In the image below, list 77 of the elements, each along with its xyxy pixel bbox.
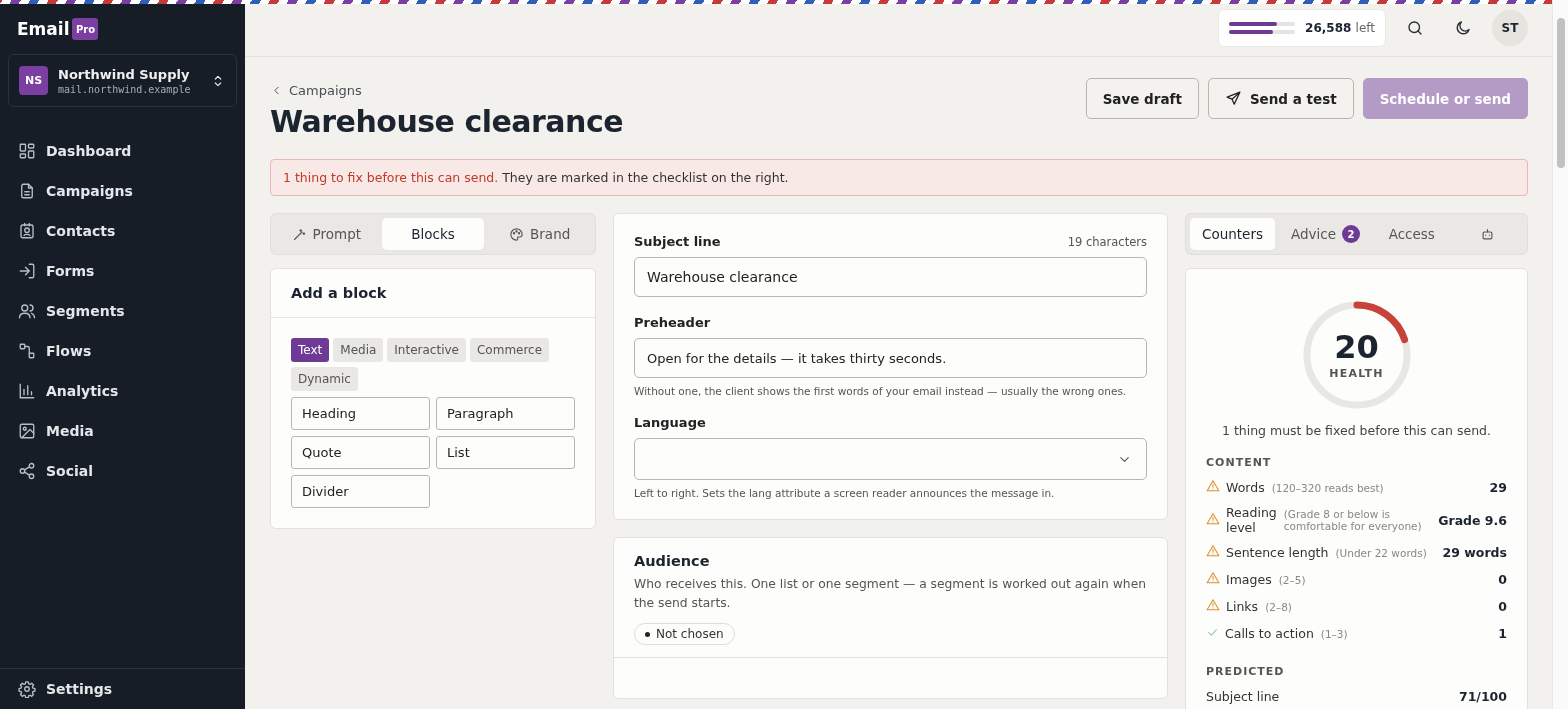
user-avatar[interactable]: ST [1492, 10, 1528, 46]
action-button[interactable]: Save draft [1085, 78, 1199, 119]
metric-hint: (2–5) [1278, 573, 1306, 586]
block-option[interactable]: Divider [291, 475, 430, 508]
tab[interactable]: Access [1376, 218, 1448, 250]
metric-hint: (Under 22 words) [1335, 546, 1427, 559]
metric-hint: (1–3) [1320, 627, 1348, 640]
metric-hint: (Grade 8 or below is comfortable for everyone) [1283, 508, 1423, 532]
status-chip: Not chosen [634, 623, 735, 645]
nav-item[interactable]: Dashboard [8, 131, 237, 171]
block-option[interactable]: List [436, 436, 575, 469]
count-badge: 2 [1342, 225, 1361, 243]
workspace-switcher[interactable]: NS Northwind Supply mail.northwind.example [8, 54, 237, 107]
workspace-name: Northwind Supply [58, 66, 191, 82]
credits-left: 26,588 left [1305, 21, 1375, 35]
metric-label: Calls to action [1225, 626, 1314, 641]
page-title: Warehouse clearance [270, 104, 624, 139]
brand-name: Email [17, 19, 70, 39]
section-title: Audience [634, 553, 711, 569]
tab[interactable]: Counters [1190, 218, 1275, 250]
block-option[interactable]: Quote [291, 436, 430, 469]
metric-value: Grade 9.6 [1438, 512, 1507, 528]
back-link[interactable]: Campaigns [270, 83, 624, 98]
category-chip[interactable]: Media [333, 338, 384, 362]
nav-item[interactable]: Media [8, 411, 237, 451]
metric-value: 29 [1489, 480, 1507, 495]
health-score: 20 [1334, 330, 1379, 363]
category-chip[interactable]: Dynamic [291, 367, 358, 391]
tab[interactable]: Blocks [381, 218, 485, 250]
tab[interactable]: Prompt [275, 218, 378, 250]
nav-item[interactable]: Flows [8, 331, 237, 371]
category-chip[interactable]: Commerce [469, 338, 550, 362]
workspace-avatar: NS [19, 66, 48, 95]
tab[interactable]: Advice 2 [1279, 218, 1373, 250]
action-button[interactable]: Send a test [1207, 78, 1354, 119]
nav-item[interactable]: Analytics [8, 371, 237, 411]
metric-value: 71/100 [1458, 689, 1507, 704]
field-label: Language [634, 415, 707, 430]
nav-item[interactable]: Campaigns [8, 171, 237, 211]
field-hint: Left to right. Sets the lang attribute a screen reader announces the message in. [634, 487, 1056, 499]
metric-value: 1 [1498, 626, 1507, 641]
metric-label: Links [1226, 599, 1259, 614]
nav-item[interactable]: Segments [8, 291, 237, 331]
nav-item[interactable]: Contacts [8, 211, 237, 251]
metric-value: 29 words [1442, 545, 1507, 560]
health-summary: 1 thing must be fixed before this can send. [1220, 423, 1493, 438]
metric-label: Sentence length [1226, 545, 1329, 560]
tab[interactable]: Brand [488, 218, 591, 250]
category-chip[interactable]: Interactive [387, 338, 466, 362]
alert-message: 1 thing to fix before this can send. They are marked in the checklist on the right. [270, 159, 1528, 196]
preheader-field[interactable]: Open for the details — it takes thirty seconds. [634, 338, 1147, 378]
nav-item[interactable]: Social [8, 451, 237, 491]
metric-value: 0 [1498, 599, 1507, 614]
metric-hint: (2–8) [1265, 600, 1292, 613]
field-hint: Without one, the client shows the first words of your email instead — usually the wrong ones. [634, 385, 1128, 397]
category-chip[interactable]: Text [291, 338, 330, 362]
metric-label: Subject line [1206, 689, 1280, 704]
block-option[interactable]: Paragraph [436, 397, 575, 430]
subject-field[interactable]: Warehouse clearance [634, 257, 1147, 297]
metric-label: Images [1226, 572, 1272, 587]
nav-item[interactable]: Forms [8, 251, 237, 291]
health-label: HEALTH [1329, 366, 1384, 380]
metric-label: Reading level [1226, 505, 1277, 535]
section-heading: CONTENT [1206, 456, 1273, 469]
field-label: Subject line [634, 234, 721, 249]
character-count: 19 characters [1067, 235, 1147, 249]
block-option[interactable]: Heading [291, 397, 430, 430]
metric-hint: (120–320 reads best) [1271, 481, 1384, 494]
brand-badge: Pro [72, 18, 99, 40]
settings-link[interactable]: Settings [8, 669, 237, 709]
metric-value: 0 [1498, 572, 1507, 587]
section-description: Who receives this. One list or one segment — a segment is worked out again when the send starts. [634, 576, 1147, 612]
section-heading: PREDICTED [1206, 665, 1286, 678]
panel-title: Add a block [271, 269, 595, 318]
metric-label: Words [1226, 480, 1265, 495]
workspace-domain: mail.northwind.example [58, 83, 192, 95]
field-label: Preheader [634, 315, 712, 330]
